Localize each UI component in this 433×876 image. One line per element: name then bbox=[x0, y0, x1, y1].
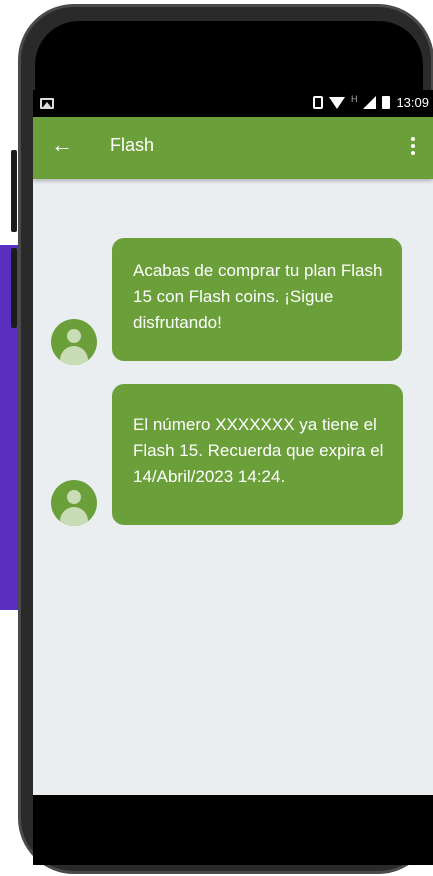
status-icons: H 13:09 bbox=[312, 93, 429, 110]
background-accent-bar bbox=[0, 245, 20, 610]
more-vert-icon[interactable] bbox=[401, 131, 425, 161]
person-body bbox=[60, 507, 88, 526]
app-bar: ← Flash bbox=[33, 117, 433, 179]
navigation-bar bbox=[33, 795, 433, 865]
status-bar: H 13:09 bbox=[33, 90, 433, 117]
battery-icon bbox=[382, 96, 391, 109]
image-icon bbox=[40, 98, 54, 109]
power-button bbox=[11, 248, 17, 328]
person-icon bbox=[67, 329, 81, 343]
vibrate-icon bbox=[312, 96, 323, 109]
message-bubble[interactable]: Acabas de comprar tu plan Flash 15 con F… bbox=[112, 238, 402, 361]
avatar[interactable] bbox=[51, 480, 97, 526]
signal-icon bbox=[363, 96, 377, 109]
message-bubble[interactable]: El número XXXXXXX ya tiene el Flash 15. … bbox=[112, 384, 403, 525]
status-time: 13:09 bbox=[396, 95, 429, 110]
avatar[interactable] bbox=[51, 319, 97, 365]
person-body bbox=[60, 346, 88, 365]
conversation-title: Flash bbox=[110, 135, 155, 155]
arrow-left-icon[interactable]: ← bbox=[51, 133, 75, 157]
volume-button bbox=[11, 150, 17, 232]
message-text: El número XXXXXXX ya tiene el Flash 15. … bbox=[133, 415, 384, 486]
person-icon bbox=[67, 490, 81, 504]
message-text: Acabas de comprar tu plan Flash 15 con F… bbox=[133, 261, 383, 332]
wifi-icon bbox=[328, 96, 345, 109]
network-type-label: H bbox=[350, 93, 358, 104]
screen: H 13:09 ← Flash Acabas de comprar tu pla… bbox=[33, 90, 433, 795]
